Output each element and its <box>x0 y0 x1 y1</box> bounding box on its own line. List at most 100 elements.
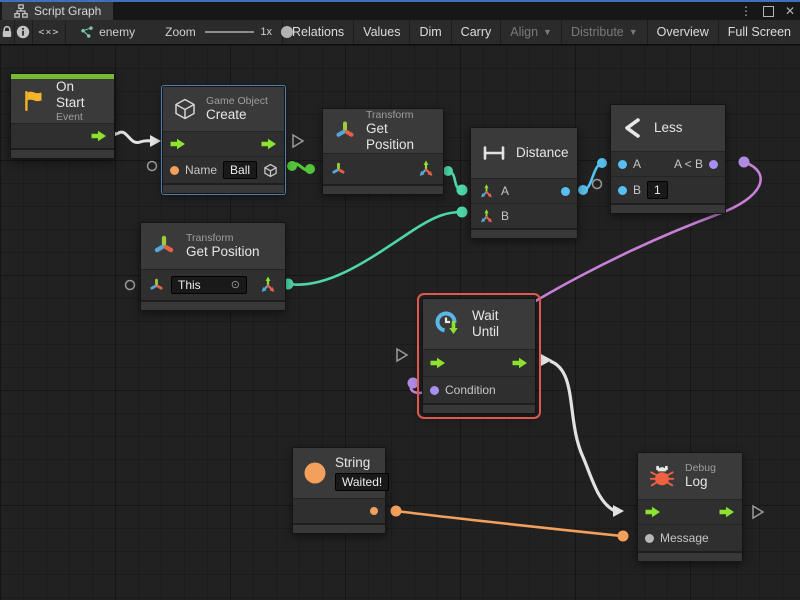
a-input-port[interactable] <box>618 160 627 169</box>
node-title: Wait Until <box>472 308 525 340</box>
chevron-down-icon: ▼ <box>543 27 552 37</box>
transform-input-port[interactable] <box>330 161 347 178</box>
node-title: On Start <box>56 79 104 111</box>
node-footer <box>163 183 284 193</box>
target-object-field[interactable]: This ⊙ <box>171 276 247 294</box>
wire-getpositionmid-to-distance-b <box>283 207 468 290</box>
lock-button[interactable] <box>0 20 15 44</box>
zoom-slider[interactable] <box>205 26 255 38</box>
dim-button[interactable]: Dim <box>409 20 450 44</box>
control-input-port[interactable] <box>645 506 661 518</box>
distribute-dropdown[interactable]: Distribute▼ <box>561 20 647 44</box>
node-get-position-mid[interactable]: Transform Get Position This ⊙ <box>140 222 286 311</box>
comparison-output-port[interactable] <box>709 160 718 169</box>
graph-name: enemy <box>99 25 135 39</box>
node-create-game-object[interactable]: Game Object Create Name Ball <box>162 86 285 194</box>
position-output-port[interactable] <box>258 275 278 295</box>
node-footer <box>11 148 114 158</box>
node-title: Log <box>685 474 716 490</box>
node-title: Distance <box>516 145 569 161</box>
node-title: Get Position <box>366 121 433 153</box>
control-output-port[interactable] <box>91 130 107 142</box>
distance-output-port[interactable] <box>561 187 570 196</box>
script-graph-window: Script Graph ⋮ ✕ <×> <box>0 0 800 600</box>
game-object-cube-icon <box>173 97 197 121</box>
lock-icon <box>0 25 14 39</box>
node-footer <box>323 184 443 194</box>
b-value-field[interactable]: 1 <box>647 181 668 199</box>
control-input-port[interactable] <box>430 357 446 369</box>
window-focus-accent <box>0 0 800 2</box>
wire-getpositiontop-to-distance-a <box>443 166 468 196</box>
condition-label: Condition <box>445 383 496 397</box>
string-output-port[interactable] <box>370 507 378 515</box>
script-graph-icon <box>14 4 28 18</box>
wire-string-to-debuglog <box>391 506 629 542</box>
wire-create-to-getposition <box>287 161 315 174</box>
node-footer <box>423 403 535 413</box>
graph-canvas[interactable]: On Start Event G <box>0 45 800 600</box>
tab-script-graph[interactable]: Script Graph <box>2 2 113 20</box>
zoom-slider-handle[interactable] <box>281 26 293 38</box>
string-icon <box>303 461 327 485</box>
chevron-down-icon: ▼ <box>629 27 638 37</box>
tab-bar: Script Graph ⋮ ✕ <box>0 0 800 20</box>
node-footer <box>471 228 577 238</box>
transform-icon <box>333 119 357 143</box>
vector-a-input-port[interactable] <box>478 183 495 200</box>
node-footer <box>611 203 725 213</box>
zoom-label: Zoom <box>165 25 196 39</box>
node-title: Create <box>206 107 268 123</box>
graph-asset-icon <box>80 25 94 39</box>
b-input-port[interactable] <box>618 186 627 195</box>
object-picker-icon[interactable]: ⊙ <box>231 278 240 292</box>
close-button[interactable]: ✕ <box>785 4 795 18</box>
transform-input-port[interactable] <box>148 277 165 294</box>
string-value-field[interactable]: Waited! <box>335 473 389 491</box>
graph-toolbar: <×> enemy Zoom 1x Relations Values Dim C… <box>0 20 800 45</box>
full-screen-button[interactable]: Full Screen <box>718 20 800 44</box>
target-object-value: This <box>178 278 201 292</box>
node-category: Debug <box>685 462 716 474</box>
values-button[interactable]: Values <box>353 20 409 44</box>
node-get-position-top[interactable]: Transform Get Position <box>322 108 444 195</box>
info-icon <box>16 25 30 39</box>
game-object-output-port[interactable] <box>263 163 278 178</box>
maximize-button[interactable] <box>763 6 774 17</box>
node-footer <box>638 551 742 561</box>
less-than-icon <box>621 116 645 140</box>
node-subtitle: Event <box>56 111 104 123</box>
tab-title: Script Graph <box>34 4 101 18</box>
condition-input-port[interactable] <box>430 386 439 395</box>
code-preview-button[interactable]: <×> <box>33 20 66 44</box>
message-input-port[interactable] <box>645 534 654 543</box>
overview-button[interactable]: Overview <box>647 20 718 44</box>
control-input-port[interactable] <box>170 138 186 150</box>
graph-reference[interactable]: enemy <box>80 20 135 44</box>
carry-button[interactable]: Carry <box>451 20 501 44</box>
control-output-port[interactable] <box>261 138 277 150</box>
node-category: Transform <box>186 232 260 244</box>
node-title: Get Position <box>186 244 260 260</box>
node-debug-log[interactable]: Debug Log Message <box>637 452 743 562</box>
inspect-button[interactable] <box>15 20 33 44</box>
align-dropdown[interactable]: Align▼ <box>500 20 561 44</box>
node-less[interactable]: Less A A < B B 1 <box>610 104 726 214</box>
node-title: String <box>335 455 389 471</box>
node-wait-until[interactable]: Wait Until Condition <box>422 298 536 414</box>
node-string-literal[interactable]: String Waited! <box>292 447 386 534</box>
flag-icon <box>21 88 47 114</box>
node-distance[interactable]: Distance A <box>470 127 578 239</box>
vector-b-input-port[interactable] <box>478 208 495 225</box>
name-value-field[interactable]: Ball <box>223 161 257 179</box>
wire-distance-to-less-a <box>578 158 607 195</box>
name-input-port[interactable] <box>170 166 179 175</box>
control-output-port[interactable] <box>512 357 528 369</box>
bug-icon <box>648 462 676 490</box>
control-output-port[interactable] <box>719 506 735 518</box>
node-on-start-event[interactable]: On Start Event <box>10 73 115 159</box>
more-options-button[interactable]: ⋮ <box>740 4 752 18</box>
distance-icon <box>481 144 507 162</box>
position-output-port[interactable] <box>416 159 436 179</box>
wait-clock-icon <box>433 309 463 339</box>
